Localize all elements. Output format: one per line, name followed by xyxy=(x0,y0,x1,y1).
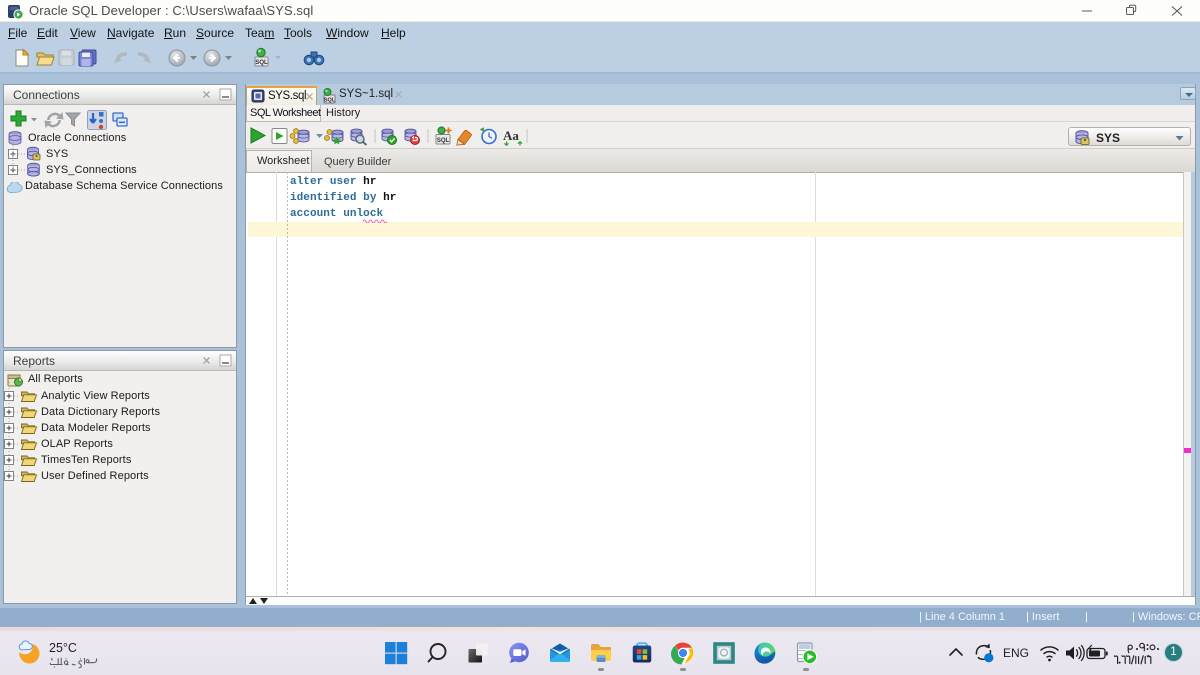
svg-text:SQL: SQL xyxy=(324,98,336,104)
svg-text:Aa: Aa xyxy=(503,128,519,143)
svg-text:SQL: SQL xyxy=(255,60,268,66)
svg-text:SQL: SQL xyxy=(437,138,450,144)
